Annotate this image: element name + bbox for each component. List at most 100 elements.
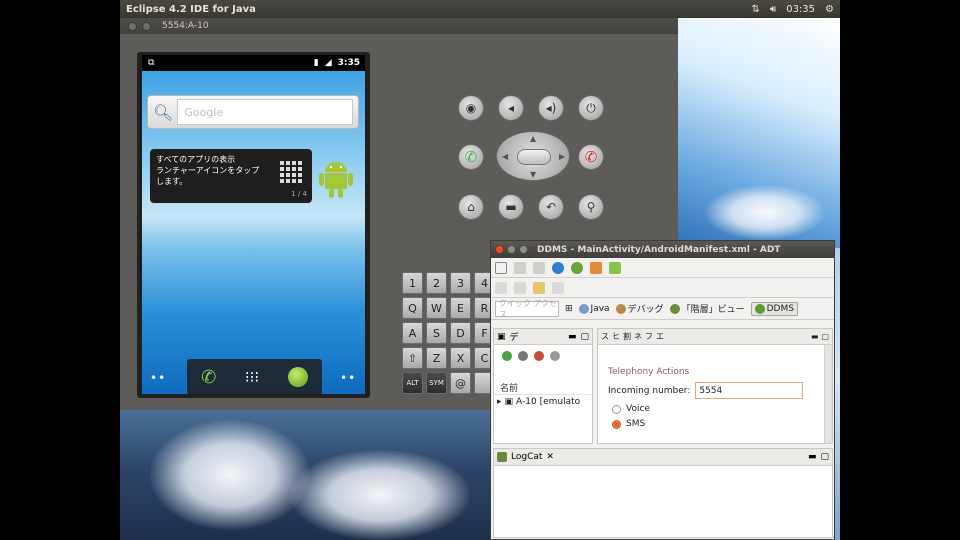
search-button[interactable]: ⚲ <box>578 194 604 220</box>
nav-menu-icon[interactable] <box>552 281 564 294</box>
nav-forward-icon[interactable] <box>514 281 526 294</box>
left-page-indicator[interactable]: •• <box>150 371 166 385</box>
key[interactable]: 1 <box>402 272 423 294</box>
ddms-maximize-button[interactable] <box>519 245 528 254</box>
quick-access-input[interactable]: クイック アクセス <box>495 299 559 319</box>
volume-down-button[interactable]: ◂ <box>498 95 524 121</box>
incoming-number-row: Incoming number: 5554 <box>608 382 832 399</box>
dpad-left-icon[interactable]: ◀ <box>502 152 508 161</box>
tab-allocation[interactable]: 割 <box>623 331 631 342</box>
dpad-right-icon[interactable]: ▶ <box>559 152 565 161</box>
clock[interactable]: 03:35 <box>786 4 815 15</box>
google-search-widget[interactable]: 🔍︎ Google <box>147 95 359 129</box>
key[interactable]: S <box>426 322 447 344</box>
logcat-tab[interactable]: LogCat <box>511 452 542 462</box>
nav-back-icon[interactable] <box>495 281 507 294</box>
device-row[interactable]: ▸ ▣ A-10 [emulato <box>494 395 592 409</box>
ddms-close-button[interactable] <box>495 245 504 254</box>
avd-manager-icon[interactable] <box>571 261 583 274</box>
sms-radio-dot[interactable] <box>612 419 621 429</box>
sdk-manager-icon[interactable] <box>552 261 564 274</box>
sms-radio[interactable]: SMS <box>612 419 832 429</box>
dpad-center-button[interactable] <box>517 149 551 165</box>
incoming-number-input[interactable]: 5554 <box>695 382 804 399</box>
tab-heap[interactable]: ヒ <box>612 331 620 342</box>
camera-button[interactable]: ◉ <box>458 95 484 121</box>
tab-threads[interactable]: ス <box>601 331 609 342</box>
vertical-scrollbar[interactable] <box>824 345 832 443</box>
tab-network[interactable]: ネ <box>634 331 642 342</box>
debug-process-icon[interactable] <box>502 351 512 361</box>
run-icon[interactable] <box>609 261 621 274</box>
ddms-minimize-button[interactable] <box>507 245 516 254</box>
screen-capture-icon[interactable] <box>550 351 560 361</box>
back-button[interactable]: ↶ <box>538 194 564 220</box>
shift-key[interactable]: ⇧ <box>402 347 423 369</box>
browser-icon[interactable] <box>287 367 308 387</box>
google-search-input[interactable]: Google <box>177 99 353 125</box>
end-call-button[interactable]: ✆ <box>578 144 604 170</box>
emulator-control-tabs: ス ヒ 割 ネ フ エ ▬ ▢ <box>598 329 832 345</box>
update-heap-icon[interactable] <box>518 351 528 361</box>
minimize-view-icon[interactable]: ▬ <box>811 332 819 341</box>
menu-icon: ▬ <box>505 200 517 214</box>
alt-key[interactable]: ALT <box>402 372 423 394</box>
devices-tab[interactable]: デ <box>510 330 519 343</box>
volume-icon[interactable]: 🔊︎ <box>770 4 776 15</box>
tab-emulator-control[interactable]: エ <box>656 331 664 342</box>
perspective-ddms[interactable]: DDMS <box>750 301 798 316</box>
dpad[interactable]: ▲ ▼ ◀ ▶ <box>496 131 570 181</box>
dpad-down-icon[interactable]: ▼ <box>530 170 536 179</box>
network-icon[interactable]: ⇅ <box>752 4 760 15</box>
key[interactable]: X <box>450 347 471 369</box>
dpad-up-icon[interactable]: ▲ <box>530 134 536 143</box>
close-tab-icon[interactable]: ✕ <box>546 452 554 462</box>
save-icon[interactable] <box>514 261 526 274</box>
key[interactable]: A <box>402 322 423 344</box>
perspective-debug[interactable]: デバッグ <box>615 302 664 315</box>
key[interactable]: Z <box>426 347 447 369</box>
volume-up-button[interactable]: ◂) <box>538 95 564 121</box>
perspective-java[interactable]: Java <box>578 303 610 314</box>
power-button[interactable]: ⏻ <box>578 95 604 121</box>
ddms-window: DDMS - MainActivity/AndroidManifest.xml … <box>490 240 835 540</box>
home-button[interactable]: ⌂ <box>458 194 484 220</box>
app-grid-icon <box>280 161 302 183</box>
right-page-indicator[interactable]: •• <box>340 371 356 385</box>
minimize-view-icon[interactable]: ▬ <box>808 452 817 462</box>
at-key[interactable]: @ <box>450 372 471 394</box>
android-home[interactable]: 🔍︎ Google すべてのアプリの表示 ランチャーアイコンをタップ します。 … <box>142 71 365 395</box>
key[interactable]: Q <box>402 297 423 319</box>
key[interactable]: 3 <box>450 272 471 294</box>
call-button[interactable]: ✆ <box>458 144 484 170</box>
expand-arrow-icon[interactable]: ▸ <box>497 397 502 407</box>
key[interactable]: E <box>450 297 471 319</box>
maximize-view-icon[interactable]: ▢ <box>820 452 829 462</box>
power-icon[interactable]: ⚙ <box>825 4 834 15</box>
emulator-minimize-button[interactable] <box>142 21 151 31</box>
stop-process-icon[interactable] <box>534 351 544 361</box>
devices-column-name[interactable]: 名前 <box>494 381 592 395</box>
open-perspective-icon[interactable]: ⊞ <box>565 304 573 314</box>
open-folder-icon[interactable] <box>533 281 545 294</box>
new-icon[interactable] <box>495 261 507 274</box>
key[interactable]: W <box>426 297 447 319</box>
emulator-keyboard: 1 2 3 4 Q W E R A S D F ⇧ Z X C ALT SYM … <box>402 272 495 412</box>
menu-button[interactable]: ▬ <box>498 194 524 220</box>
app-drawer-icon[interactable]: ⁝⁝⁝ <box>245 368 259 386</box>
print-icon[interactable] <box>533 261 545 274</box>
debug-icon[interactable] <box>590 261 602 274</box>
sym-key[interactable]: SYM <box>426 372 447 394</box>
maximize-view-icon[interactable]: ▢ <box>580 332 589 342</box>
voice-radio[interactable]: Voice <box>612 404 832 414</box>
home-icon: ⌂ <box>467 200 475 214</box>
emulator-close-button[interactable] <box>128 21 137 31</box>
maximize-view-icon[interactable]: ▢ <box>821 332 829 341</box>
key[interactable]: 2 <box>426 272 447 294</box>
key[interactable]: D <box>450 322 471 344</box>
voice-radio-dot[interactable] <box>612 404 621 414</box>
tab-file-explorer[interactable]: フ <box>645 331 653 342</box>
perspective-hierarchy[interactable]: 「階層」ビュー <box>669 302 745 315</box>
phone-app-icon[interactable]: ✆ <box>201 367 216 388</box>
minimize-view-icon[interactable]: ▬ <box>568 332 577 342</box>
